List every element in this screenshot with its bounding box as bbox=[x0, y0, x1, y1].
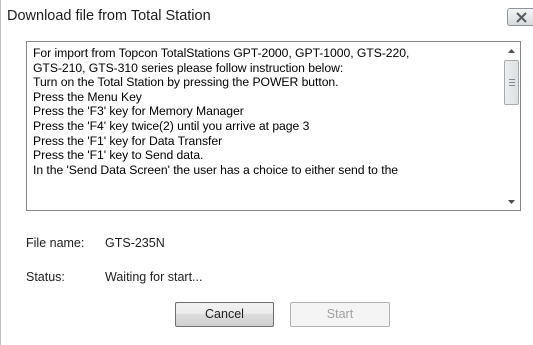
close-icon bbox=[516, 12, 527, 23]
instruction-line: Press the Menu Key bbox=[33, 89, 142, 104]
status-label: Status: bbox=[26, 270, 65, 284]
scroll-down-button[interactable] bbox=[503, 193, 520, 210]
window-title: Download file from Total Station bbox=[7, 8, 211, 24]
instruction-line: Press the 'F4' key twice(2) until you ar… bbox=[33, 118, 310, 133]
grip-line bbox=[509, 85, 515, 86]
download-dialog: Download file from Total Station For imp… bbox=[0, 0, 533, 345]
chevron-up-icon bbox=[508, 49, 515, 53]
title-bar: Download file from Total Station bbox=[1, 0, 533, 34]
chevron-down-icon bbox=[508, 200, 515, 204]
instruction-line: Turn on the Total Station by pressing th… bbox=[33, 75, 339, 90]
instructions-textbox[interactable]: For import from Topcon TotalStations GPT… bbox=[26, 41, 521, 211]
vertical-scrollbar[interactable] bbox=[503, 42, 520, 210]
grip-line bbox=[509, 82, 515, 83]
instruction-line: Press the 'F3' key for Memory Manager bbox=[33, 104, 244, 119]
instruction-line: Press the 'F1' key to Send data. bbox=[33, 148, 204, 163]
cancel-button[interactable]: Cancel bbox=[175, 302, 274, 327]
instruction-line: GTS-210, GTS-310 series please follow in… bbox=[33, 60, 344, 75]
instruction-line: For import from Topcon TotalStations GPT… bbox=[33, 46, 410, 60]
file-name-label: File name: bbox=[26, 236, 85, 250]
start-button[interactable]: Start bbox=[290, 302, 390, 327]
close-button[interactable] bbox=[507, 8, 533, 26]
status-value: Waiting for start... bbox=[105, 270, 203, 284]
grip-line bbox=[509, 79, 515, 80]
scroll-thumb[interactable] bbox=[504, 60, 519, 105]
instruction-line: In the 'Send Data Screen' the user has a… bbox=[33, 162, 399, 177]
instruction-line: Press the 'F1' key for Data Transfer bbox=[33, 133, 223, 148]
scroll-up-button[interactable] bbox=[503, 42, 520, 59]
instructions-text: For import from Topcon TotalStations GPT… bbox=[33, 46, 503, 177]
file-name-value: GTS-235N bbox=[105, 236, 165, 250]
